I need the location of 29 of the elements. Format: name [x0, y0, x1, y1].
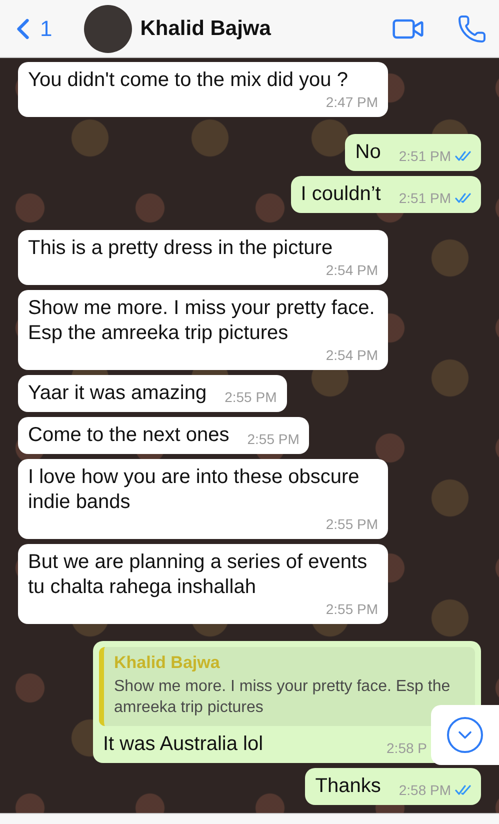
message-text: Show me more. I miss your pretty face. Esp the amreeka trip pictures	[28, 296, 376, 346]
message-time: 2:55 PM	[224, 388, 277, 406]
quoted-message[interactable]: Khalid Bajwa Show me more. I miss your pretty face. Esp the amreeka trip pictures	[99, 647, 475, 726]
message-time: 2:58 PM	[398, 781, 451, 799]
scroll-down-button[interactable]	[431, 705, 499, 765]
message-time: 2:54 PM	[326, 346, 378, 364]
message-text: Thanks	[315, 774, 381, 799]
message-time: 2:55 PM	[247, 430, 300, 448]
quoted-text: Show me more. I miss your pretty face. Esp the amreeka trip pictures	[114, 677, 452, 718]
message-time: 2:55 PM	[326, 600, 378, 618]
message-time: 2:47 PM	[326, 93, 378, 111]
message-time: 2:58 P	[386, 739, 427, 757]
message-time: 2:51 PM	[398, 147, 451, 165]
message-time: 2:54 PM	[326, 261, 378, 279]
message-text: I love how you are into these obscure indie bands	[28, 465, 360, 515]
message-text: I couldn’t	[300, 182, 381, 207]
message-text: This is a pretty dress in the picture	[28, 236, 333, 261]
message-text: But we are planning a series of events tu chalta rahega inshallah	[28, 550, 368, 600]
message-time: 2:51 PM	[398, 189, 451, 207]
message-text: Come to the next ones	[28, 423, 230, 448]
contact-name[interactable]: Khalid Bajwa	[140, 16, 359, 40]
message-text: No	[355, 140, 381, 165]
quoted-author: Khalid Bajwa	[114, 653, 221, 673]
message-text: It was Australia lol	[103, 732, 264, 757]
message-text: You didn't come to the mix did you ?	[28, 68, 348, 93]
back-button[interactable]: 1	[6, 12, 52, 46]
message-text: Yaar it was amazing	[28, 381, 207, 406]
message-time: 2:55 PM	[326, 515, 378, 533]
phone-icon[interactable]	[457, 14, 487, 44]
